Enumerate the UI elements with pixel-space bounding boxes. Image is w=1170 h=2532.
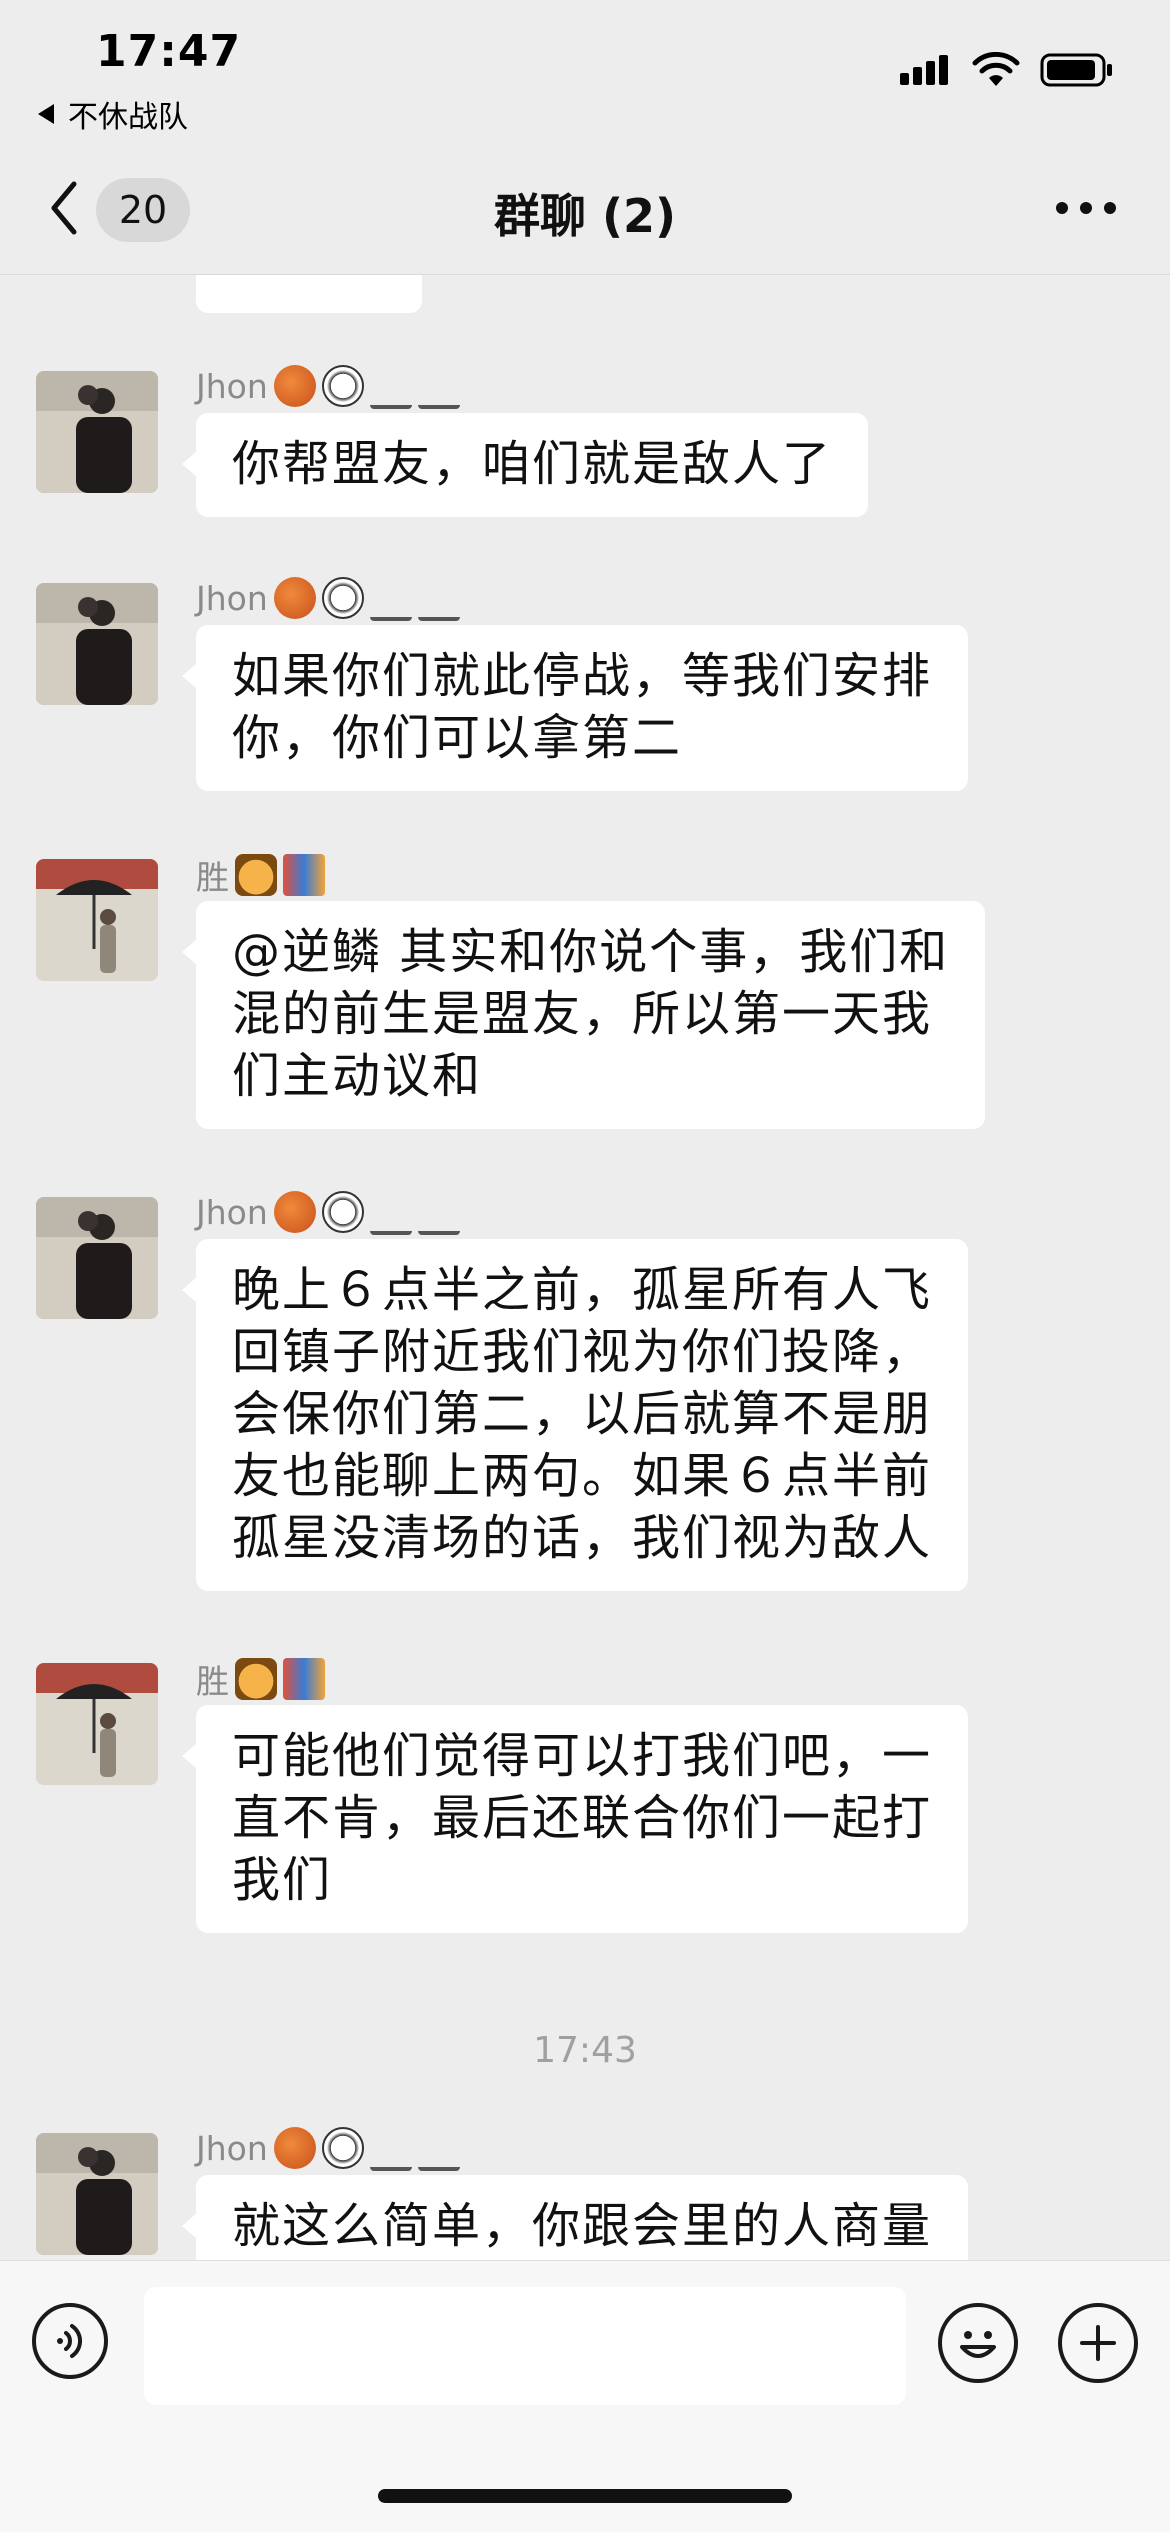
basketball-emoji xyxy=(273,577,316,619)
avatar[interactable] xyxy=(36,583,158,705)
avatar[interactable] xyxy=(36,1197,158,1319)
message-bubble[interactable]: 你帮盟友，咱们就是敌人了 xyxy=(181,413,869,517)
cyclist-emoji xyxy=(369,1189,412,1235)
emoji-face-icon xyxy=(960,2331,996,2358)
chat-title: 群聊 (2) xyxy=(493,189,677,243)
avatar-photo xyxy=(36,371,158,493)
mountain-biker-emoji xyxy=(417,2125,460,2171)
voice-button[interactable] xyxy=(32,2303,108,2379)
soccer-ball-emoji xyxy=(321,1191,364,1233)
message-bubble[interactable]: 如果你们就此停战，等我们安排 你，你们可以拿第二 xyxy=(181,625,969,791)
basketball-emoji xyxy=(273,365,316,407)
message-bubble[interactable]: 就这么简单，你跟会里的人商量 xyxy=(181,2175,969,2260)
message-list[interactable]: Jhon 你帮盟友，咱们就是敌人了 Jhon 如果你们就此停战，等我们安排 你，… xyxy=(0,275,1170,2260)
voice-input-icon xyxy=(57,2324,82,2358)
sender-name: Jhon xyxy=(196,1189,460,1235)
back-triangle-icon xyxy=(38,104,54,124)
message-bubble[interactable]: 晚上６点半之前，孤星所有人飞 回镇子附近我们视为你们投降， 会保你们第二，以后就… xyxy=(181,1239,969,1591)
chat-screen: 17:47 不休战队 20 群聊 (2) Jhon 你帮盟友，咱们就是敌人了 J… xyxy=(0,0,1170,2532)
avatar-photo xyxy=(36,583,158,705)
tiger-emoji xyxy=(235,1658,277,1700)
soccer-ball-emoji xyxy=(321,365,364,407)
soccer-ball-emoji xyxy=(321,2127,364,2169)
wifi-icon xyxy=(972,52,1020,86)
cyclist-emoji xyxy=(369,363,412,409)
avatar-photo xyxy=(36,1663,158,1785)
more-dots-icon[interactable] xyxy=(1056,202,1116,214)
plus-button[interactable] xyxy=(1058,2303,1138,2383)
avatar[interactable] xyxy=(36,1663,158,1785)
mountain-biker-emoji xyxy=(417,1189,460,1235)
status-time: 17:47 xyxy=(96,26,242,77)
message-bubble[interactable]: 可能他们觉得可以打我们吧，一 直不肯，最后还联合你们一起打 我们 xyxy=(181,1705,969,1933)
avatar[interactable] xyxy=(36,371,158,493)
basketball-emoji xyxy=(273,2127,316,2169)
carp-streamer-emoji xyxy=(283,1658,325,1700)
cyclist-emoji xyxy=(369,575,412,621)
sender-name: Jhon xyxy=(196,363,460,409)
cyclist-emoji xyxy=(369,2125,412,2171)
time-divider: 17:43 xyxy=(533,2030,637,2071)
basketball-emoji xyxy=(273,1191,316,1233)
status-bar: 17:47 不休战队 xyxy=(0,0,1170,150)
input-bar xyxy=(0,2260,1170,2532)
chat-header: 20 群聊 (2) xyxy=(0,150,1170,275)
avatar[interactable] xyxy=(36,859,158,981)
avatar[interactable] xyxy=(36,2133,158,2255)
message-bubble[interactable] xyxy=(196,275,422,313)
status-icons xyxy=(900,52,1114,88)
carp-streamer-emoji xyxy=(283,854,325,896)
battery-icon xyxy=(1040,53,1112,87)
mountain-biker-emoji xyxy=(417,575,460,621)
return-to-app-link[interactable]: 不休战队 xyxy=(38,92,188,136)
soccer-ball-emoji xyxy=(321,577,364,619)
avatar-photo xyxy=(36,2133,158,2255)
signal-icon xyxy=(900,55,948,85)
sender-name: 胜 xyxy=(196,1655,325,1703)
emoji-button[interactable] xyxy=(938,2303,1018,2383)
sender-name: Jhon xyxy=(196,575,460,621)
avatar-photo xyxy=(36,859,158,981)
sender-name: Jhon xyxy=(196,2125,460,2171)
avatar-photo xyxy=(36,1197,158,1319)
message-input[interactable] xyxy=(144,2287,906,2405)
plus-circle-icon xyxy=(1080,2325,1116,2361)
home-indicator[interactable] xyxy=(378,2489,792,2503)
mountain-biker-emoji xyxy=(417,363,460,409)
message-bubble[interactable]: @逆鳞 其实和你说个事，我们和 混的前生是盟友，所以第一天我 们主动议和 xyxy=(181,901,986,1129)
sender-name: 胜 xyxy=(196,851,325,899)
tiger-emoji xyxy=(235,854,277,896)
return-app-label: 不休战队 xyxy=(68,100,188,135)
